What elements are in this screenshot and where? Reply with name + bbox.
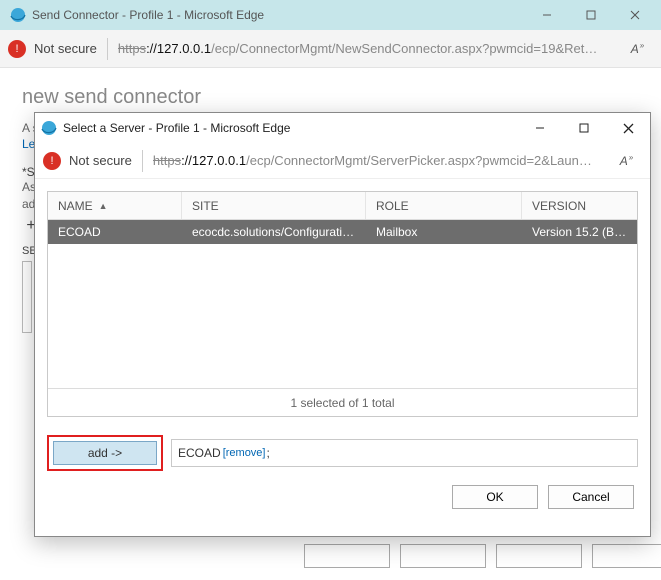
edge-icon [41, 120, 57, 136]
dialog-buttons: OK Cancel [47, 471, 638, 521]
cancel-button[interactable]: Cancel [548, 485, 634, 509]
maximize-button[interactable] [569, 0, 613, 30]
url-path: /ecp/ConnectorMgmt/NewSendConnector.aspx… [211, 41, 597, 56]
modal-url[interactable]: https://127.0.0.1/ecp/ConnectorMgmt/Serv… [153, 153, 612, 168]
url-protocol: https [118, 41, 146, 56]
server-grid: NAME ▲ SITE ROLE VERSION ECOAD ecocdc.so… [47, 191, 638, 417]
grid-footer-text: 1 selected of 1 total [290, 396, 394, 410]
modal-maximize-button[interactable] [562, 113, 606, 143]
column-site[interactable]: SITE [182, 192, 366, 219]
page-title: new send connector [22, 86, 639, 109]
selected-servers-box[interactable]: ECOAD [remove] ; [171, 439, 638, 467]
column-name-label: NAME [58, 199, 93, 213]
column-version-label: VERSION [532, 199, 586, 213]
cell-name: ECOAD [48, 225, 182, 239]
add-button-highlight: add -> [47, 435, 163, 471]
grid-body: ECOAD ecocdc.solutions/Configuratio… Mai… [48, 220, 637, 388]
semicolon: ; [266, 446, 269, 460]
add-button[interactable]: add -> [53, 441, 157, 465]
parent-window-title: Send Connector - Profile 1 - Microsoft E… [32, 8, 525, 22]
url-protocol: https [153, 153, 181, 168]
url-host: ://127.0.0.1 [181, 153, 246, 168]
grid-footer: 1 selected of 1 total [48, 388, 637, 416]
modal-body: NAME ▲ SITE ROLE VERSION ECOAD ecocdc.so… [35, 179, 650, 536]
modal-title: Select a Server - Profile 1 - Microsoft … [63, 121, 518, 135]
modal-minimize-button[interactable] [518, 113, 562, 143]
parent-url[interactable]: https://127.0.0.1/ecp/ConnectorMgmt/NewS… [118, 41, 623, 56]
bg-button-3 [496, 544, 582, 568]
column-site-label: SITE [192, 199, 219, 213]
column-name[interactable]: NAME ▲ [48, 192, 182, 219]
not-secure-icon: ! [8, 40, 26, 58]
cell-role: Mailbox [366, 225, 522, 239]
cell-site: ecocdc.solutions/Configuratio… [182, 225, 366, 239]
parent-window-titlebar: Send Connector - Profile 1 - Microsoft E… [0, 0, 661, 30]
not-secure-label: Not secure [34, 41, 97, 56]
divider [142, 150, 143, 172]
sort-asc-icon: ▲ [99, 201, 108, 211]
read-aloud-icon[interactable]: A» [612, 153, 642, 168]
ok-button[interactable]: OK [452, 485, 538, 509]
modal-address-bar: ! Not secure https://127.0.0.1/ecp/Conne… [35, 143, 650, 179]
bg-button-1 [304, 544, 390, 568]
url-path: /ecp/ConnectorMgmt/ServerPicker.aspx?pwm… [246, 153, 592, 168]
modal-titlebar: Select a Server - Profile 1 - Microsoft … [35, 113, 650, 143]
table-row[interactable]: ECOAD ecocdc.solutions/Configuratio… Mai… [48, 220, 637, 244]
server-list-fragment [22, 261, 32, 333]
select-server-dialog: Select a Server - Profile 1 - Microsoft … [34, 112, 651, 537]
bg-button-2 [400, 544, 486, 568]
minimize-button[interactable] [525, 0, 569, 30]
read-aloud-icon[interactable]: A» [623, 41, 653, 56]
bg-button-4 [592, 544, 661, 568]
column-role[interactable]: ROLE [366, 192, 522, 219]
column-role-label: ROLE [376, 199, 409, 213]
not-secure-icon: ! [43, 152, 61, 170]
cell-version: Version 15.2 (Build… [522, 225, 637, 239]
not-secure-label: Not secure [69, 153, 132, 168]
column-version[interactable]: VERSION [522, 192, 637, 219]
selected-server-name: ECOAD [178, 446, 221, 460]
wizard-buttons-background [304, 544, 661, 568]
add-row: add -> ECOAD [remove] ; [47, 435, 638, 471]
url-host: ://127.0.0.1 [146, 41, 211, 56]
parent-address-bar: ! Not secure https://127.0.0.1/ecp/Conne… [0, 30, 661, 68]
modal-close-button[interactable] [606, 113, 650, 143]
grid-header: NAME ▲ SITE ROLE VERSION [48, 192, 637, 220]
close-button[interactable] [613, 0, 657, 30]
divider [107, 38, 108, 60]
remove-link[interactable]: [remove] [223, 447, 266, 459]
edge-icon [10, 7, 26, 23]
